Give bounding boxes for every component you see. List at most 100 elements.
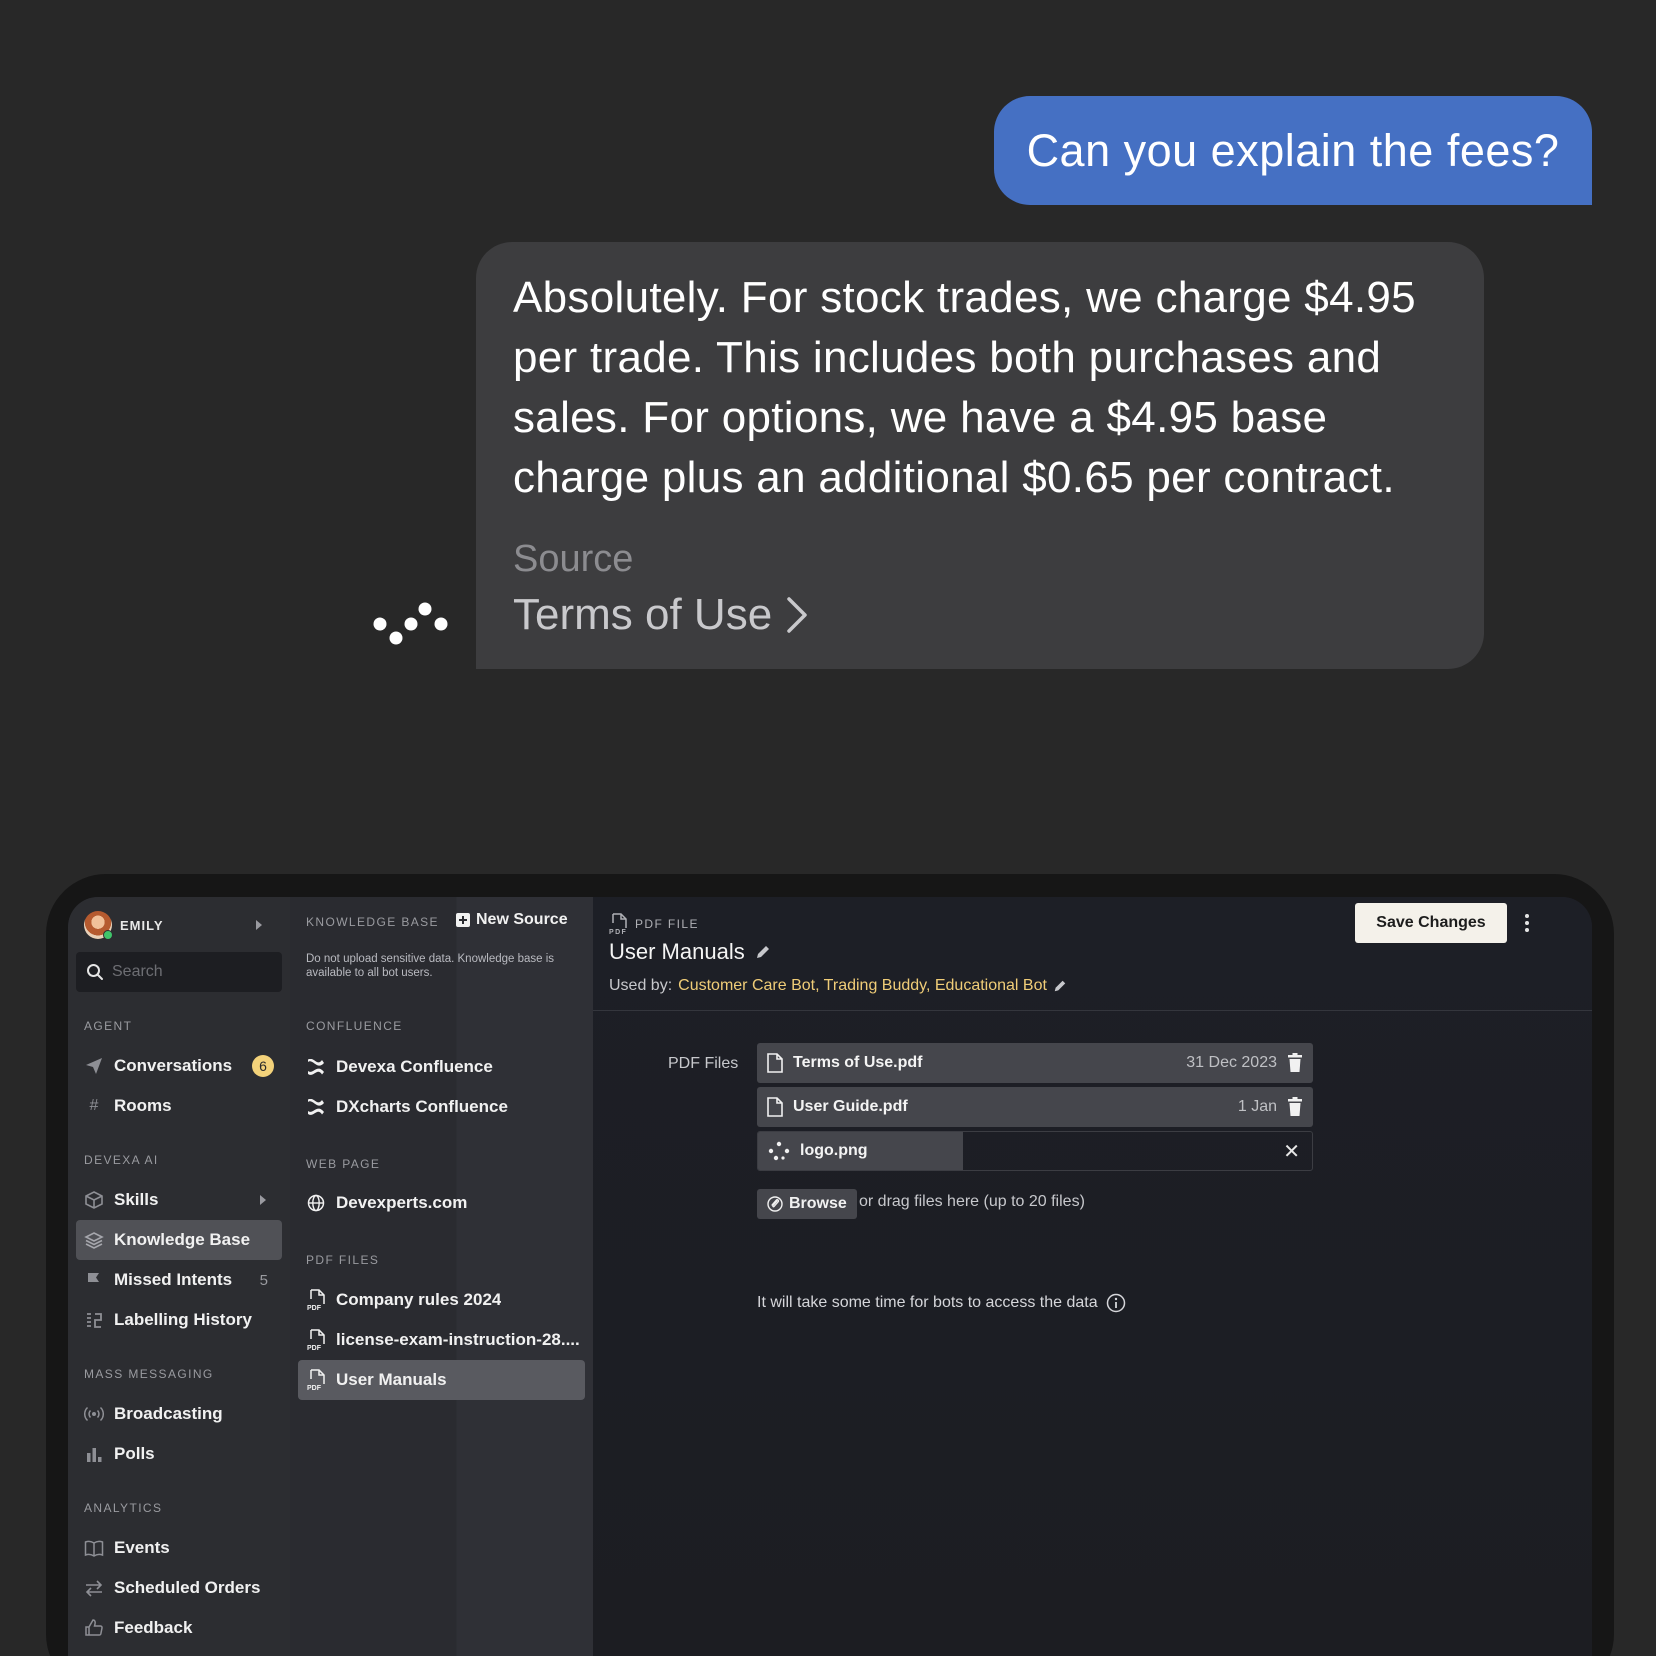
trash-icon[interactable] (1287, 1053, 1303, 1073)
sidebar-item-labelling-history[interactable]: Labelling History (76, 1300, 282, 1340)
caret-right-icon (260, 1195, 266, 1205)
missed-intents-count: 5 (259, 1271, 268, 1289)
kb-item-company-rules[interactable]: PDF Company rules 2024 (298, 1280, 585, 1320)
app-screen: EMILY AGENT Conversations 6 # Rooms DEVE… (68, 897, 1592, 1656)
bot-avatar-icon (373, 602, 448, 645)
layers-icon (84, 1230, 104, 1250)
avatar (84, 911, 113, 940)
panel-title: KNOWLEDGE BASE (306, 915, 439, 929)
sidebar-item-skills[interactable]: Skills (76, 1180, 282, 1220)
svg-text:PDF: PDF (307, 1385, 322, 1391)
user-message-text: Can you explain the fees? (1026, 124, 1560, 176)
unread-badge: 6 (252, 1055, 274, 1077)
chevron-right-icon (787, 597, 807, 633)
kb-item-label: Devexperts.com (336, 1193, 468, 1212)
paperclip-icon (767, 1196, 783, 1212)
file-icon (767, 1053, 783, 1073)
sidebar-item-broadcasting[interactable]: Broadcasting (76, 1394, 282, 1434)
section-label-web-page: WEB PAGE (306, 1157, 381, 1171)
search-input[interactable] (112, 963, 272, 981)
sidebar-item-polls[interactable]: Polls (76, 1434, 282, 1474)
book-icon (84, 1538, 104, 1558)
sidebar-item-events[interactable]: Events (76, 1528, 282, 1568)
source-link[interactable]: Terms of Use (513, 588, 1448, 642)
used-by: Used by: Customer Care Bot, Trading Budd… (609, 977, 1067, 995)
sidebar-item-label: Rooms (114, 1096, 172, 1115)
uploading-file-row: logo.png ✕ (757, 1131, 1313, 1171)
hash-icon: # (89, 1097, 99, 1114)
flag-icon (84, 1270, 104, 1290)
edit-pencil-icon[interactable] (755, 944, 771, 960)
file-date: 31 Dec 2023 (1186, 1054, 1277, 1071)
file-name: logo.png (800, 1142, 868, 1159)
edit-pencil-icon[interactable] (1053, 979, 1067, 993)
sidebar-item-missed-intents[interactable]: Missed Intents 5 (76, 1260, 282, 1300)
sidebar-item-label: Scheduled Orders (114, 1578, 261, 1597)
used-by-bots[interactable]: Customer Care Bot, Trading Buddy, Educat… (678, 977, 1047, 995)
kb-item-devexperts[interactable]: Devexperts.com (298, 1183, 585, 1223)
kb-item-label: User Manuals (336, 1370, 447, 1389)
kb-item-user-manuals[interactable]: PDF User Manuals (298, 1360, 585, 1400)
svg-text:PDF: PDF (609, 929, 627, 935)
user-menu[interactable]: EMILY (84, 909, 276, 941)
plus-square-icon (456, 913, 470, 927)
sidebar-item-label: Conversations (114, 1056, 233, 1075)
new-source-button[interactable]: New Source (456, 911, 568, 929)
source-label: Source (513, 538, 634, 580)
search-box[interactable] (76, 952, 282, 992)
pdf-file-icon: PDF (306, 1329, 326, 1351)
thumbs-up-icon (84, 1618, 104, 1638)
sidebar-item-conversations[interactable]: Conversations 6 (76, 1046, 282, 1086)
trash-icon[interactable] (1287, 1097, 1303, 1117)
kb-item-license-exam[interactable]: PDF license-exam-instruction-28.... (298, 1320, 585, 1360)
sidebar: EMILY AGENT Conversations 6 # Rooms DEVE… (68, 897, 290, 1656)
sidebar-item-rooms[interactable]: # Rooms (76, 1086, 282, 1126)
file-row[interactable]: User Guide.pdf 1 Jan (757, 1087, 1313, 1127)
globe-icon (306, 1192, 326, 1214)
source-link-text[interactable]: Terms of Use (513, 588, 772, 642)
info-note: It will take some time for bots to acces… (757, 1293, 1126, 1313)
sidebar-item-scheduled-orders[interactable]: Scheduled Orders (76, 1568, 282, 1608)
kb-item-devexa-confluence[interactable]: Devexa Confluence (298, 1047, 585, 1087)
bot-message-bubble: Absolutely. For stock trades, we charge … (476, 242, 1484, 669)
browse-label: Browse (789, 1195, 847, 1212)
info-icon[interactable] (1106, 1293, 1126, 1313)
browse-button[interactable]: Browse (757, 1189, 857, 1219)
sidebar-item-label: Broadcasting (114, 1404, 223, 1423)
file-name: Terms of Use.pdf (793, 1054, 923, 1071)
kb-item-label: DXcharts Confluence (336, 1097, 508, 1116)
bot-message-text: Absolutely. For stock trades, we charge … (513, 273, 1416, 502)
swap-arrows-icon (84, 1578, 104, 1598)
pdf-file-icon: PDF (609, 913, 627, 935)
kb-item-label: Devexa Confluence (336, 1057, 493, 1076)
loading-spinner-icon (768, 1141, 790, 1161)
sensitive-data-note: Do not upload sensitive data. Knowledge … (306, 953, 555, 979)
new-source-label: New Source (476, 911, 568, 928)
file-icon (767, 1097, 783, 1117)
file-date: 1 Jan (1237, 1098, 1277, 1115)
kb-item-label: Company rules 2024 (336, 1290, 502, 1309)
sidebar-item-label: Feedback (114, 1618, 193, 1637)
save-button[interactable]: Save Changes (1355, 903, 1507, 943)
source-type: PDF PDF FILE (609, 913, 699, 935)
svg-text:PDF: PDF (307, 1345, 322, 1351)
section-label-confluence: CONFLUENCE (306, 1019, 403, 1033)
file-row[interactable]: Terms of Use.pdf 31 Dec 2023 (757, 1043, 1313, 1083)
kb-item-dxcharts-confluence[interactable]: DXcharts Confluence (298, 1087, 585, 1127)
knowledge-base-panel: KNOWLEDGE BASE New Source Do not upload … (290, 897, 593, 1656)
section-label-mass-messaging: MASS MESSAGING (84, 1367, 214, 1381)
sidebar-item-label: Knowledge Base (114, 1230, 251, 1249)
close-icon[interactable]: ✕ (1283, 1139, 1300, 1164)
confluence-icon (306, 1056, 326, 1078)
cube-icon (84, 1190, 104, 1210)
sidebar-item-knowledge-base[interactable]: Knowledge Base (76, 1220, 282, 1260)
sidebar-item-feedback[interactable]: Feedback (76, 1608, 282, 1648)
file-name: User Guide.pdf (793, 1098, 908, 1115)
title-text: User Manuals (609, 939, 745, 964)
search-icon (87, 964, 103, 980)
section-label-devexa-ai: DEVEXA AI (84, 1153, 159, 1167)
section-label-pdf-files: PDF FILES (306, 1253, 380, 1267)
caret-right-icon (256, 920, 262, 930)
more-options-icon[interactable] (1519, 909, 1535, 937)
detail-pane: PDF PDF FILE User Manuals Used by: Custo… (593, 897, 1592, 1656)
